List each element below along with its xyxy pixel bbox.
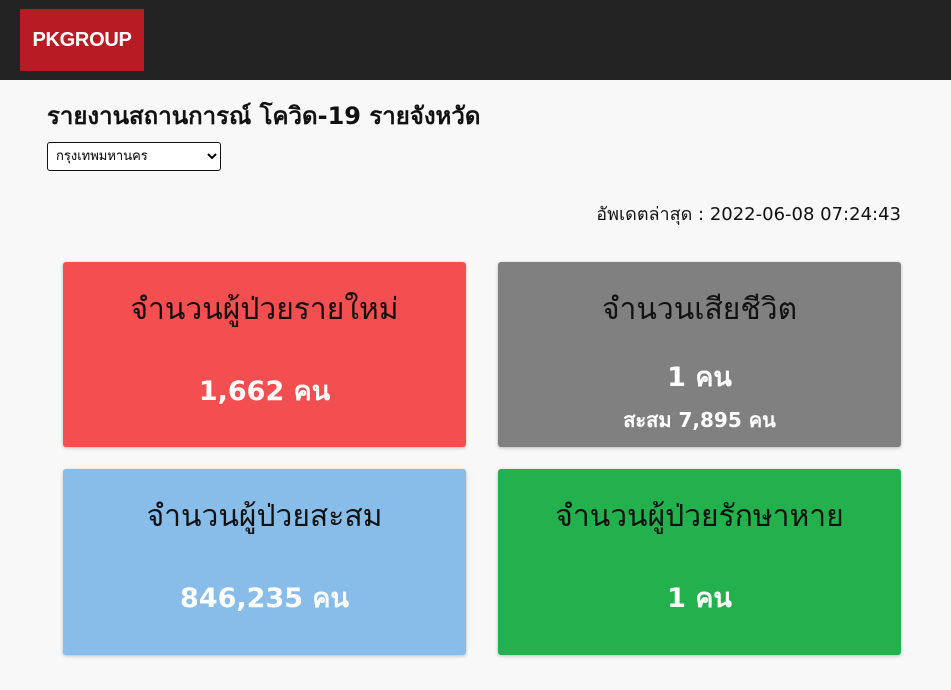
deaths-cumulative: สะสม 7,895 คน [623,408,776,432]
top-navigation-bar: PKGROUP [0,0,951,80]
recovered-value: 1 คน [667,583,732,614]
recovered-title: จำนวนผู้ป่วยรักษาหาย [555,499,844,534]
page-title: รายงานสถานการณ์ โควิด-19 รายจังหวัด [47,102,481,130]
province-select[interactable]: กรุงเทพมหานคร [47,142,221,171]
total-cases-card: จำนวนผู้ป่วยสะสม 846,235 คน [63,469,466,655]
recovered-card: จำนวนผู้ป่วยรักษาหาย 1 คน [498,469,901,655]
deaths-title: จำนวนเสียชีวิต [601,292,798,327]
new-cases-card: จำนวนผู้ป่วยรายใหม่ 1,662 คน [63,262,466,447]
last-updated-text: อัพเดตล่าสุด : 2022-06-08 07:24:43 [596,204,901,225]
new-cases-title: จำนวนผู้ป่วยรายใหม่ [130,292,399,327]
new-cases-value: 1,662 คน [198,376,331,407]
deaths-card: จำนวนเสียชีวิต 1 คน สะสม 7,895 คน [498,262,901,447]
deaths-value: 1 คน [667,362,732,393]
pkgroup-logo[interactable]: PKGROUP [20,9,144,71]
total-cases-title: จำนวนผู้ป่วยสะสม [146,499,383,534]
total-cases-value: 846,235 คน [180,583,349,614]
